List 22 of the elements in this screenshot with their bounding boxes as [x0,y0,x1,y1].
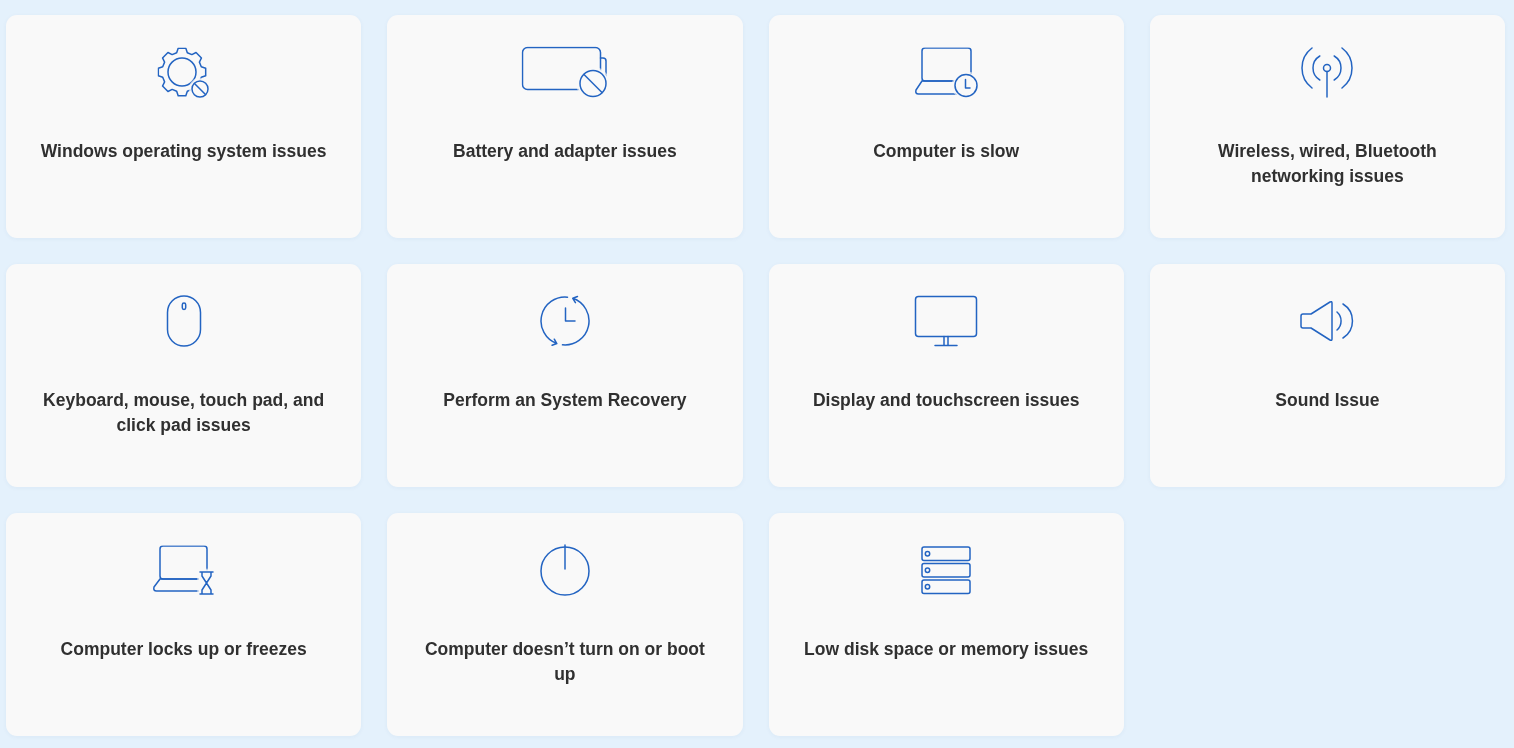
topic-card[interactable]: Computer locks up or freezes [6,513,362,736]
topic-card[interactable]: Windows operating system issues [6,15,362,238]
clock-arrows-icon [538,295,591,347]
laptop-clock-icon [914,46,979,98]
drive-stack-icon [921,545,972,595]
topic-card[interactable]: Wireless, wired, Bluetooth networking issues [1149,15,1505,238]
gear-icon [157,46,211,98]
topic-card[interactable]: Sound Issue [1149,264,1505,487]
topic-card[interactable]: Display and touchscreen issues [768,264,1124,487]
battery-icon [521,46,609,98]
topic-card[interactable]: Keyboard, mouse, touch pad, and click pad issues [6,264,362,487]
topic-card[interactable]: Perform an System Recovery [387,264,743,487]
laptop-hourglass-icon [152,545,216,595]
speaker-icon [1300,300,1355,342]
topic-card[interactable]: Computer is slow [768,15,1124,238]
power-icon [538,544,591,596]
monitor-icon [914,295,979,347]
topic-card[interactable]: Computer doesn’t turn on or boot up [387,513,743,736]
mouse-icon [165,295,202,347]
topic-card[interactable]: Battery and adapter issues [387,15,743,238]
antenna-icon [1299,46,1356,98]
topic-card[interactable]: Low disk space or memory issues [768,513,1124,736]
